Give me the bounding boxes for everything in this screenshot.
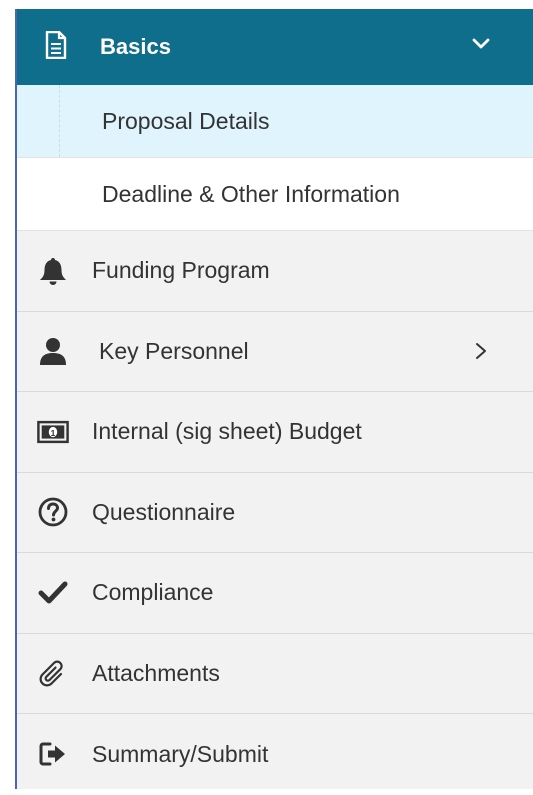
chevron-down-icon[interactable] — [471, 37, 491, 51]
sub-item-label: Proposal Details — [102, 107, 270, 134]
money-icon: 1 — [37, 416, 69, 448]
nav-item-summary-submit[interactable]: Summary/Submit — [17, 714, 533, 795]
nav-item-attachments[interactable]: Attachments — [17, 634, 533, 714]
nav-item-label: Attachments — [92, 659, 220, 686]
proposal-sidebar: Basics Proposal Details Deadline & Other… — [15, 9, 533, 789]
bell-icon — [37, 255, 69, 287]
svg-text:1: 1 — [51, 428, 56, 438]
sub-item-proposal-details[interactable]: Proposal Details — [17, 85, 533, 158]
nav-item-label: Funding Program — [92, 257, 270, 284]
nav-item-questionnaire[interactable]: Questionnaire — [17, 473, 533, 553]
nav-item-compliance[interactable]: Compliance — [17, 553, 533, 634]
document-icon — [45, 31, 67, 59]
user-icon — [37, 335, 69, 367]
section-header-title: Basics — [100, 34, 171, 59]
question-circle-icon — [37, 496, 69, 528]
sub-item-label: Deadline & Other Information — [102, 180, 400, 207]
nav-item-label: Questionnaire — [92, 498, 236, 525]
check-icon — [37, 577, 69, 609]
nav-item-funding-program[interactable]: Funding Program — [17, 231, 533, 312]
section-header-basics[interactable]: Basics — [17, 9, 533, 85]
sub-item-deadline-other-information[interactable]: Deadline & Other Information — [17, 158, 533, 231]
paperclip-icon — [37, 657, 69, 689]
nav-item-internal-budget[interactable]: 1 Internal (sig sheet) Budget — [17, 392, 533, 473]
nav-item-label: Internal (sig sheet) Budget — [92, 418, 362, 445]
nav-item-label: Summary/Submit — [92, 740, 269, 767]
nav-item-label: Key Personnel — [99, 337, 249, 364]
nav-item-label: Compliance — [92, 579, 214, 606]
sign-out-icon — [37, 738, 69, 770]
nav-item-key-personnel[interactable]: Key Personnel — [17, 312, 533, 392]
chevron-right-icon[interactable] — [474, 341, 488, 361]
